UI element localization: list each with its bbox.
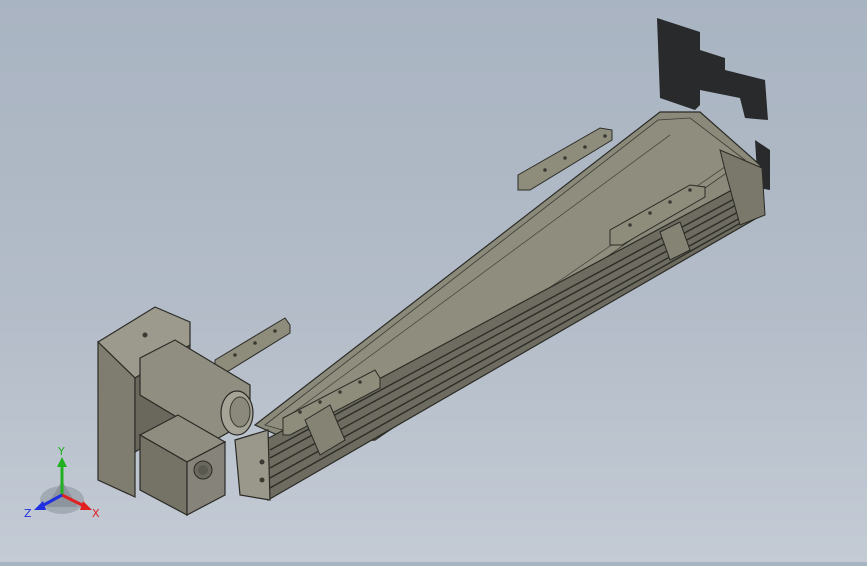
actuator-cover	[264, 117, 746, 436]
cad-viewport[interactable]: Y X Z	[0, 0, 867, 562]
x-axis-label: X	[92, 507, 100, 520]
z-axis-label: Z	[24, 507, 32, 520]
end-cap-near	[234, 429, 271, 501]
y-axis-label: Y	[57, 445, 65, 458]
axis-triad: Y X Z	[20, 445, 110, 530]
linear-actuator-model[interactable]	[0, 0, 867, 562]
